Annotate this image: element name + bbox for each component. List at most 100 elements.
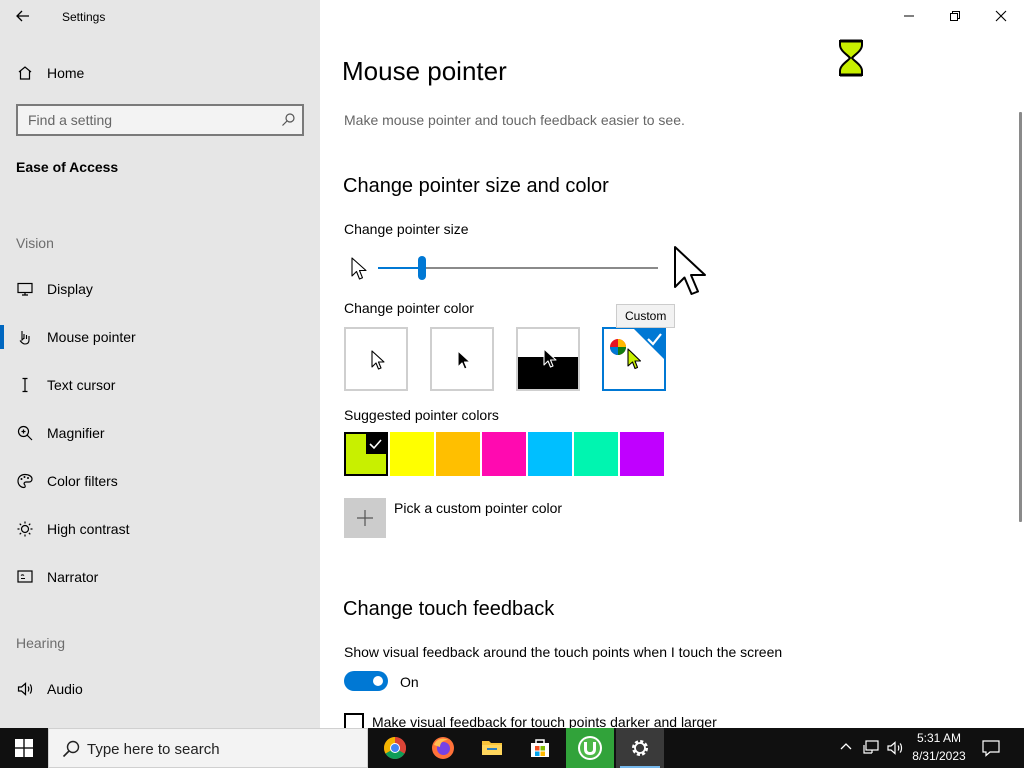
back-arrow-icon	[16, 10, 29, 22]
swatch-pink[interactable]	[482, 432, 526, 476]
sidebar-item-label: Text cursor	[47, 377, 116, 393]
swatch-yellow[interactable]	[390, 432, 434, 476]
sidebar-item-label: Audio	[47, 681, 83, 697]
white-pointer-icon	[371, 350, 385, 370]
close-icon	[995, 10, 1007, 22]
taskbar-app-chrome[interactable]	[371, 728, 419, 768]
utorrent-icon	[578, 736, 602, 760]
settings-search-input[interactable]	[18, 106, 268, 134]
pointer-size-slider[interactable]	[378, 255, 658, 281]
swatch-teal[interactable]	[574, 432, 618, 476]
custom-color-pointer-icon	[610, 329, 664, 370]
sidebar: Settings Home Ease of Access Vision Disp…	[0, 0, 320, 728]
sidebar-item-label: Narrator	[47, 569, 99, 585]
pointer-size-label: Change pointer size	[344, 221, 469, 237]
slider-thumb[interactable]	[418, 256, 426, 280]
sidebar-item-high-contrast[interactable]: High contrast	[0, 509, 320, 549]
chrome-icon	[384, 737, 406, 759]
touch-feedback-toggle[interactable]	[344, 671, 388, 691]
firefox-icon	[432, 737, 454, 759]
section-label-vision: Vision	[16, 235, 54, 251]
category-title: Ease of Access	[16, 159, 119, 175]
pick-custom-color-label[interactable]: Pick a custom pointer color	[394, 500, 562, 516]
clock-time[interactable]: 5:31 AM	[900, 731, 978, 745]
section-title-size-color: Change pointer size and color	[343, 175, 609, 197]
taskbar-app-settings[interactable]	[616, 728, 664, 768]
settings-icon	[632, 740, 648, 756]
text-cursor-icon	[16, 376, 34, 394]
page-description: Make mouse pointer and touch feedback ea…	[344, 112, 685, 128]
taskbar-app-firefox[interactable]	[419, 728, 467, 768]
slider-fill	[378, 267, 422, 269]
section-label-hearing: Hearing	[16, 635, 66, 651]
sidebar-item-home[interactable]: Home	[0, 53, 320, 93]
clock-date[interactable]: 8/31/2023	[900, 749, 978, 763]
chevron-up-icon[interactable]	[839, 740, 853, 754]
color-filters-icon	[16, 472, 34, 490]
home-icon	[16, 64, 34, 82]
speaker-icon	[16, 680, 34, 698]
black-pointer-icon	[457, 350, 471, 370]
scrollbar[interactable]	[1019, 112, 1022, 522]
sidebar-item-narrator[interactable]: Narrator	[0, 557, 320, 597]
restore-button[interactable]	[932, 0, 978, 32]
network-icon[interactable]	[862, 739, 880, 757]
sidebar-item-magnifier[interactable]: Magnifier	[0, 413, 320, 453]
magnifier-icon	[16, 424, 34, 442]
hourglass-busy-cursor-icon	[839, 39, 863, 77]
notifications-icon[interactable]	[981, 739, 1001, 757]
taskbar-search-input[interactable]	[87, 739, 357, 759]
toggle-knob	[373, 676, 383, 686]
restore-icon	[950, 11, 960, 21]
pointer-color-inverted-option[interactable]	[516, 327, 580, 391]
sidebar-item-label: Home	[47, 65, 85, 81]
taskbar-search-box[interactable]	[48, 728, 368, 768]
sidebar-item-mouse-pointer[interactable]: Mouse pointer	[0, 317, 320, 357]
plus-icon	[357, 510, 373, 526]
app-title: Settings	[62, 10, 106, 24]
section-title-touch-feedback: Change touch feedback	[343, 598, 555, 620]
toggle-state-label: On	[400, 674, 419, 690]
windows-logo-icon	[15, 739, 33, 757]
sidebar-item-label: High contrast	[47, 521, 130, 537]
sidebar-item-label: Display	[47, 281, 93, 297]
main-content: Mouse pointer Make mouse pointer and tou…	[320, 0, 1024, 733]
custom-option-tooltip: Custom	[616, 304, 676, 328]
sidebar-item-color-filters[interactable]: Color filters	[0, 461, 320, 501]
swatch-sky-blue[interactable]	[528, 432, 572, 476]
pointer-color-custom-option[interactable]	[602, 327, 666, 391]
high-contrast-icon	[16, 520, 34, 538]
sidebar-item-label: Mouse pointer	[47, 329, 136, 345]
sidebar-item-display[interactable]: Display	[0, 269, 320, 309]
sidebar-item-text-cursor[interactable]: Text cursor	[0, 365, 320, 405]
taskbar-app-utorrent[interactable]	[566, 728, 614, 768]
start-button[interactable]	[0, 728, 48, 768]
taskbar-app-store[interactable]	[516, 728, 564, 768]
sidebar-item-audio[interactable]: Audio	[0, 669, 320, 709]
settings-search-box[interactable]	[16, 104, 304, 136]
minimize-button[interactable]	[886, 0, 932, 32]
search-icon[interactable]	[280, 112, 296, 128]
taskbar: 5:31 AM 8/31/2023	[0, 728, 1024, 768]
pointer-color-black-option[interactable]	[430, 327, 494, 391]
taskbar-app-file-explorer[interactable]	[468, 728, 516, 768]
minimize-icon	[904, 15, 914, 17]
swatch-gold[interactable]	[436, 432, 480, 476]
pick-custom-color-button[interactable]	[344, 498, 386, 538]
back-button[interactable]	[10, 4, 36, 28]
mouse-pointer-icon	[16, 328, 34, 346]
page-title: Mouse pointer	[342, 56, 507, 86]
swatch-purple[interactable]	[620, 432, 664, 476]
narrator-icon	[16, 568, 34, 586]
swatch-lime[interactable]	[344, 432, 388, 476]
touch-feedback-label: Show visual feedback around the touch po…	[344, 644, 783, 660]
monitor-icon	[16, 280, 34, 298]
pointer-color-white-option[interactable]	[344, 327, 408, 391]
large-pointer-icon	[674, 246, 706, 295]
sidebar-item-label: Color filters	[47, 473, 118, 489]
close-button[interactable]	[978, 0, 1024, 32]
checkmark-icon	[366, 434, 386, 454]
pointer-color-label: Change pointer color	[344, 300, 474, 316]
file-explorer-icon	[482, 741, 502, 755]
sidebar-item-label: Magnifier	[47, 425, 105, 441]
